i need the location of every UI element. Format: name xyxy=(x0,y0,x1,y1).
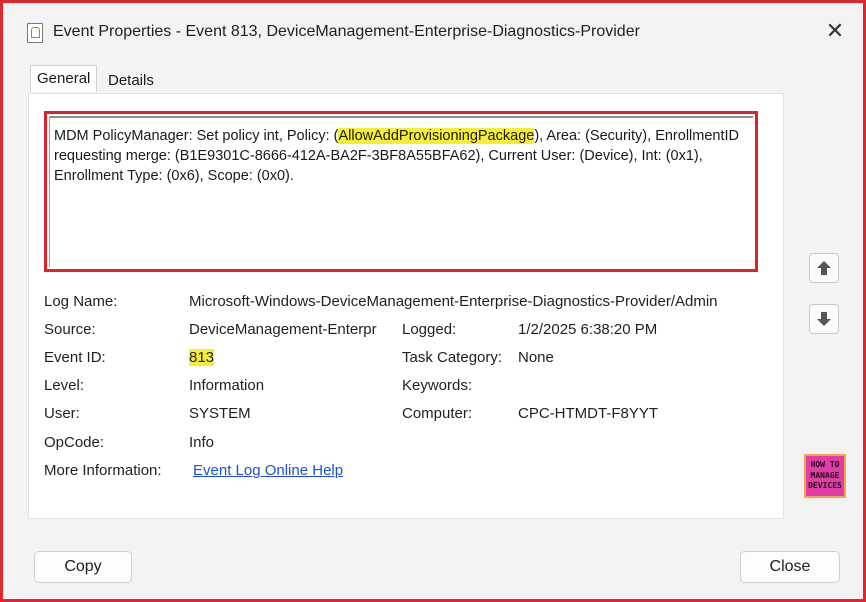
logged-value: 1/2/2025 6:38:20 PM xyxy=(518,321,658,338)
source-label: Source: xyxy=(44,321,96,338)
copy-button[interactable]: Copy xyxy=(34,551,132,583)
arrow-up-icon xyxy=(817,261,831,275)
source-value: DeviceManagement-Enterpr xyxy=(189,321,377,338)
computer-value: CPC-HTMDT-F8YYT xyxy=(518,405,658,422)
keywords-label: Keywords: xyxy=(402,377,473,394)
event-viewer-icon xyxy=(27,23,43,43)
close-button[interactable]: Close xyxy=(740,551,840,583)
general-panel: MDM PolicyManager: Set policy int, Polic… xyxy=(28,93,784,519)
event-properties-window: Event Properties - Event 813, DeviceMana… xyxy=(0,0,866,602)
logo-line-1: HOW TO xyxy=(810,460,840,469)
event-log-online-help-link[interactable]: Event Log Online Help xyxy=(193,462,343,479)
user-label: User: xyxy=(44,405,80,422)
description-before: MDM PolicyManager: Set policy int, Polic… xyxy=(54,128,339,144)
computer-label: Computer: xyxy=(402,405,473,422)
logo-line-2: MANAGE xyxy=(810,471,840,480)
tab-general[interactable]: General xyxy=(30,65,98,92)
opcode-label: OpCode: xyxy=(44,434,105,451)
event-description-box[interactable]: MDM PolicyManager: Set policy int, Polic… xyxy=(49,116,753,267)
task-category-value: None xyxy=(518,349,554,366)
user-value: SYSTEM xyxy=(189,405,251,422)
log-name-label: Log Name: xyxy=(44,293,118,310)
level-value: Information xyxy=(189,377,265,394)
opcode-value: Info xyxy=(189,434,215,451)
window-title: Event Properties - Event 813, DeviceMana… xyxy=(53,23,640,40)
close-window-icon[interactable]: ✕ xyxy=(821,17,849,45)
next-event-button[interactable] xyxy=(809,304,839,334)
logged-label: Logged: xyxy=(402,321,457,338)
policy-name-highlight: AllowAddProvisioningPackage xyxy=(338,128,535,144)
logo-line-3: DEVICES xyxy=(808,481,842,490)
event-description-text: MDM PolicyManager: Set policy int, Polic… xyxy=(54,126,744,186)
previous-event-button[interactable] xyxy=(809,253,839,283)
level-label: Level: xyxy=(44,377,85,394)
more-information-label: More Information: xyxy=(44,462,162,479)
arrow-down-icon xyxy=(817,312,831,326)
task-category-label: Task Category: xyxy=(402,349,503,366)
message-highlight-frame: MDM PolicyManager: Set policy int, Polic… xyxy=(44,111,758,272)
how-to-manage-devices-logo: HOW TO MANAGE DEVICES xyxy=(804,454,846,498)
event-id-highlight: 813 xyxy=(189,349,215,366)
title-bar: Event Properties - Event 813, DeviceMana… xyxy=(3,3,863,57)
tab-details[interactable]: Details xyxy=(102,68,160,94)
log-name-value: Microsoft-Windows-DeviceManagement-Enter… xyxy=(189,293,718,310)
event-id-value: 813 xyxy=(189,349,215,366)
event-id-label: Event ID: xyxy=(44,349,106,366)
